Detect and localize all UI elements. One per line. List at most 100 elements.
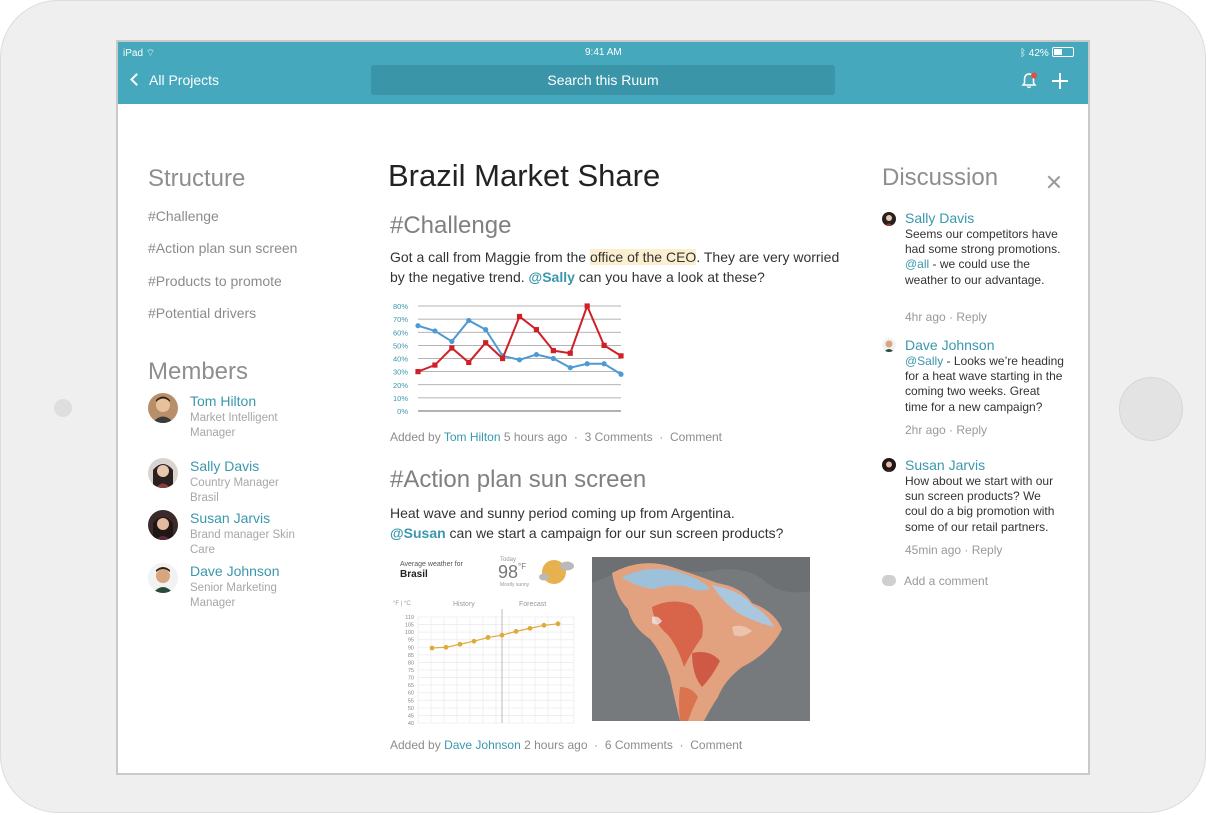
comment-author[interactable]: Dave Johnson xyxy=(905,337,995,353)
data-point xyxy=(499,355,506,362)
author-link[interactable]: Tom Hilton xyxy=(444,430,501,444)
data-point xyxy=(618,353,624,359)
y-tick-label: 100 xyxy=(405,630,414,636)
section-text-action-plan: Heat wave and sunny period coming up fro… xyxy=(390,504,840,543)
heat-map-image[interactable] xyxy=(592,557,810,721)
close-icon[interactable] xyxy=(1047,175,1061,189)
data-point xyxy=(449,345,455,351)
comments-link[interactable]: 6 Comments xyxy=(605,738,673,752)
temperature-point xyxy=(485,635,491,640)
notification-bell-icon[interactable] xyxy=(1020,72,1038,90)
y-tick-label: 55 xyxy=(408,698,414,704)
search-input[interactable]: Search this Ruum xyxy=(371,65,835,95)
add-icon[interactable] xyxy=(1052,73,1068,89)
temperature: 98 xyxy=(498,562,519,582)
series-line xyxy=(417,319,622,376)
data-point xyxy=(601,361,607,367)
comment-meta[interactable]: 45min ago · Reply xyxy=(905,543,1002,557)
text: can we start a campaign for our sun scre… xyxy=(445,524,784,541)
y-tick-label: 60% xyxy=(393,328,408,337)
highlighted-text: office of the CEO xyxy=(589,249,697,265)
comments-link[interactable]: 3 Comments xyxy=(585,430,653,444)
mention-link[interactable]: @Susan xyxy=(390,525,446,541)
add-comment-label: Add a comment xyxy=(904,574,989,588)
bluetooth-icon: ᛒ xyxy=(1020,48,1026,59)
data-point xyxy=(483,327,489,333)
avatar xyxy=(882,338,896,352)
section-text-challenge: Got a call from Maggie from the office o… xyxy=(390,248,840,287)
member-role: Market Intelligent Manager xyxy=(190,412,278,439)
units-toggle[interactable]: °F | °C xyxy=(393,601,411,607)
battery-icon xyxy=(1051,47,1074,57)
structure-item-drivers[interactable]: #Potential drivers xyxy=(148,305,256,321)
comment-meta[interactable]: 2hr ago · Reply xyxy=(905,423,987,437)
avatar xyxy=(148,510,178,540)
back-label: All Projects xyxy=(149,72,220,88)
structure-item-challenge[interactable]: #Challenge xyxy=(148,208,219,224)
temperature-point xyxy=(457,641,463,647)
members-heading: Members xyxy=(148,358,249,385)
data-point xyxy=(516,313,523,320)
weather-condition: Mostly sunny xyxy=(500,582,530,588)
comment-author[interactable]: Susan Jarvis xyxy=(905,457,985,473)
data-point xyxy=(415,369,421,375)
data-point xyxy=(584,303,590,309)
temperature-point xyxy=(527,625,533,631)
comment-button[interactable]: Comment xyxy=(670,430,722,444)
y-tick-label: 70% xyxy=(393,315,408,324)
y-tick-label: 85 xyxy=(408,653,414,659)
weather-widget[interactable]: Average weather for Brasil Today 98°F Mo… xyxy=(390,557,576,725)
y-tick-label: 0% xyxy=(397,407,408,416)
member-name: Dave Johnson xyxy=(190,563,280,579)
data-point xyxy=(432,328,438,334)
temperature-point xyxy=(555,621,561,627)
status-battery: ᛒ 42% xyxy=(1020,47,1074,59)
y-tick-label: 80% xyxy=(393,302,408,311)
speech-bubble-icon xyxy=(882,575,896,586)
temperature-unit: °F xyxy=(518,562,527,571)
y-tick-label: 95 xyxy=(408,638,414,644)
weather-chart: 110 105100 9590 8580 75 7065 6055 5045 40 xyxy=(405,609,575,725)
forecast-label: Forecast xyxy=(519,601,547,608)
temperature-line xyxy=(431,623,559,649)
mention-link[interactable]: @Sally xyxy=(529,269,575,285)
member-name: Susan Jarvis xyxy=(190,510,271,526)
market-share-chart: 0% 10% 20% 30% 40% 50% 60% 70% 80% xyxy=(393,302,624,416)
structure-heading: Structure xyxy=(148,165,246,192)
structure-item-products[interactable]: #Products to promote xyxy=(148,273,282,289)
data-point xyxy=(466,359,472,366)
wifi-icon: ⌔ xyxy=(145,48,156,59)
mention-link[interactable]: @Sally xyxy=(905,354,943,368)
data-point xyxy=(516,357,523,363)
top-bar: iPad ⌔ 9:41 AM ᛒ 42% All Projects Search… xyxy=(118,42,1088,104)
comment-meta[interactable]: 4hr ago · Reply xyxy=(905,310,987,324)
sun-cloud-icon xyxy=(539,560,574,584)
y-tick-label: 80 xyxy=(408,660,414,666)
comment-text: Seems our competitors have had some stro… xyxy=(905,227,1065,288)
data-point xyxy=(550,348,556,354)
y-tick-label: 40 xyxy=(408,721,414,725)
weather-temp: 98°F xyxy=(498,562,526,583)
data-point xyxy=(567,350,573,356)
structure-item-action-plan[interactable]: #Action plan sun screen xyxy=(148,240,297,256)
data-point xyxy=(584,361,590,367)
back-button[interactable]: All Projects xyxy=(130,72,220,88)
home-button[interactable] xyxy=(1119,377,1183,441)
chevron-left-icon xyxy=(130,73,143,86)
comment-author[interactable]: Sally Davis xyxy=(905,210,974,226)
y-tick-label: 20% xyxy=(393,381,408,390)
data-point xyxy=(415,323,421,329)
data-point xyxy=(601,342,607,348)
history-label: History xyxy=(453,601,475,608)
member-role: Brand manager Skin Care xyxy=(190,529,295,556)
data-point xyxy=(550,355,556,362)
meta-time: 5 hours ago xyxy=(503,430,568,444)
y-tick-label: 105 xyxy=(405,623,414,629)
author-link[interactable]: Dave Johnson xyxy=(444,738,521,752)
y-tick-label: 60 xyxy=(408,691,414,697)
comment-button[interactable]: Comment xyxy=(690,738,742,752)
avatar xyxy=(882,212,896,226)
mention-link[interactable]: @all xyxy=(905,257,929,271)
add-comment-button[interactable]: Add a comment xyxy=(882,574,988,588)
temperature-point xyxy=(499,632,505,638)
